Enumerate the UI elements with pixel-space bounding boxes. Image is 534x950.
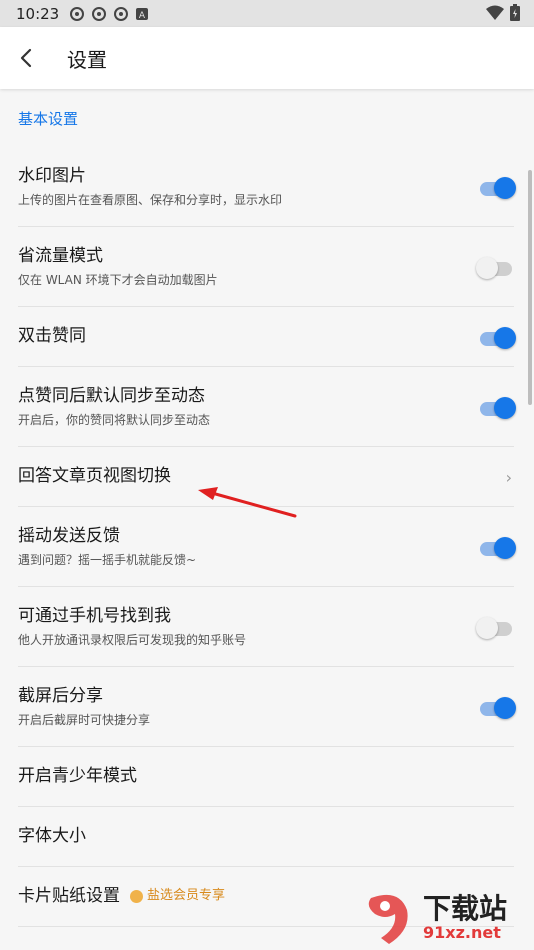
settings-row-label-text: 回答文章页视图切换 xyxy=(18,466,171,487)
settings-row-label: 截屏后分享 xyxy=(18,686,478,707)
toggle-switch[interactable] xyxy=(478,176,516,199)
chevron-right-icon: › xyxy=(505,467,512,487)
settings-row-label-text: 开启青少年模式 xyxy=(18,766,137,787)
system-icons xyxy=(486,4,520,21)
notification-icon xyxy=(70,6,85,21)
toggle-thumb xyxy=(494,697,516,719)
settings-row-label-text: 摇动发送反馈 xyxy=(18,525,120,546)
settings-row-label: 回答文章页视图切换 xyxy=(18,466,506,487)
watermark-domain: 91xz.net xyxy=(423,922,501,942)
settings-row-texts: 回答文章页视图切换 xyxy=(18,466,506,487)
settings-row[interactable]: 省流量模式仅在 WLAN 环境下才会自动加载图片 xyxy=(0,227,534,307)
toggle-switch[interactable] xyxy=(478,326,516,349)
notification-icon xyxy=(114,6,129,21)
settings-row-label-text: 字体大小 xyxy=(18,826,86,847)
back-button[interactable] xyxy=(20,47,42,69)
settings-row[interactable]: 开启青少年模式 xyxy=(0,747,534,807)
settings-list: 基本设置 水印图片上传的图片在查看原图、保存和分享时，显示水印省流量模式仅在 W… xyxy=(0,89,534,950)
settings-row-texts: 可通过手机号找到我他人开放通讯录权限后可发现我的知乎账号 xyxy=(18,606,478,648)
settings-row-description: 开启后截屏时可快捷分享 xyxy=(18,713,151,728)
settings-row-label: 点赞同后默认同步至动态 xyxy=(18,386,478,407)
settings-row-description: 开启后，你的赞同将默认同步至动态 xyxy=(18,413,211,428)
settings-row-texts: 省流量模式仅在 WLAN 环境下才会自动加载图片 xyxy=(18,246,478,288)
settings-row-label-text: 省流量模式 xyxy=(18,245,103,266)
back-arrow-icon xyxy=(20,48,32,68)
settings-row-label-text: 卡片贴纸设置 xyxy=(18,886,120,907)
settings-row[interactable]: 回答文章页视图切换 › xyxy=(0,447,534,507)
settings-row-label-text: 双击赞同 xyxy=(18,326,86,347)
settings-row[interactable]: 可通过手机号找到我他人开放通讯录权限后可发现我的知乎账号 xyxy=(0,587,534,667)
settings-row-label: 水印图片 xyxy=(18,166,478,187)
settings-row[interactable]: 水印图片上传的图片在查看原图、保存和分享时，显示水印 xyxy=(0,147,534,227)
settings-row-label: 可通过手机号找到我 xyxy=(18,606,478,627)
section-title: 基本设置 xyxy=(18,109,79,128)
svg-text:A: A xyxy=(139,11,146,21)
settings-row-description: 他人开放通讯录权限后可发现我的知乎账号 xyxy=(18,633,247,648)
settings-row-texts: 字体大小 xyxy=(18,826,514,847)
settings-row[interactable]: 点赞同后默认同步至动态开启后，你的赞同将默认同步至动态 xyxy=(0,367,534,447)
toggle-thumb xyxy=(494,177,516,199)
settings-row[interactable]: 截屏后分享开启后截屏时可快捷分享 xyxy=(0,667,534,747)
settings-row-texts: 摇动发送反馈遇到问题？摇一摇手机就能反馈~ xyxy=(18,526,478,568)
settings-row-label: 摇动发送反馈 xyxy=(18,526,478,547)
settings-row-label-text: 点赞同后默认同步至动态 xyxy=(18,385,205,406)
vip-icon xyxy=(130,889,143,903)
toggle-thumb xyxy=(476,257,498,279)
toggle-thumb xyxy=(494,397,516,419)
vip-badge-text: 盐选会员专享 xyxy=(147,888,226,904)
settings-row[interactable]: 字体大小 xyxy=(0,807,534,867)
watermark-title: 下载站 xyxy=(423,891,508,925)
settings-row[interactable]: 双击赞同 xyxy=(0,307,534,367)
scrollbar[interactable] xyxy=(528,170,532,405)
site-watermark: 下载站 91xz.net xyxy=(359,888,534,950)
toggle-switch[interactable] xyxy=(478,396,516,419)
keyboard-icon: A xyxy=(136,7,149,21)
settings-row-label-text: 可通过手机号找到我 xyxy=(18,605,171,626)
settings-row-label: 双击赞同 xyxy=(18,326,478,347)
status-bar: 10:23 A xyxy=(0,0,534,27)
settings-row-label-text: 截屏后分享 xyxy=(18,685,103,706)
toggle-thumb xyxy=(494,327,516,349)
settings-row-texts: 双击赞同 xyxy=(18,326,478,347)
settings-row-description: 上传的图片在查看原图、保存和分享时，显示水印 xyxy=(18,193,283,208)
page-title: 设置 xyxy=(67,47,107,72)
notification-icon xyxy=(92,6,107,21)
toggle-thumb xyxy=(494,537,516,559)
watermark-logo-icon xyxy=(368,894,408,944)
notification-icons: A xyxy=(69,6,149,22)
settings-row-texts: 开启青少年模式 xyxy=(18,766,514,787)
settings-row-label: 字体大小 xyxy=(18,826,514,847)
toggle-thumb xyxy=(476,617,498,639)
vip-badge: 盐选会员专享 xyxy=(130,888,225,904)
settings-row-label: 开启青少年模式 xyxy=(18,766,514,787)
settings-row-texts: 水印图片上传的图片在查看原图、保存和分享时，显示水印 xyxy=(18,166,478,208)
wifi-icon xyxy=(486,5,504,20)
settings-row-texts: 截屏后分享开启后截屏时可快捷分享 xyxy=(18,686,478,728)
settings-row-label: 省流量模式 xyxy=(18,246,478,267)
battery-icon xyxy=(510,4,520,21)
toggle-switch[interactable] xyxy=(478,536,516,559)
app-bar: 设置 xyxy=(0,27,534,89)
settings-row-description: 遇到问题？摇一摇手机就能反馈~ xyxy=(18,553,197,568)
status-time: 10:23 xyxy=(16,4,60,23)
settings-row-texts: 点赞同后默认同步至动态开启后，你的赞同将默认同步至动态 xyxy=(18,386,478,428)
settings-row[interactable]: 摇动发送反馈遇到问题？摇一摇手机就能反馈~ xyxy=(0,507,534,587)
settings-row-description: 仅在 WLAN 环境下才会自动加载图片 xyxy=(18,273,218,288)
toggle-switch[interactable] xyxy=(478,696,516,719)
toggle-switch[interactable] xyxy=(476,256,514,279)
settings-row-label-text: 水印图片 xyxy=(18,165,86,186)
toggle-switch[interactable] xyxy=(476,616,514,639)
